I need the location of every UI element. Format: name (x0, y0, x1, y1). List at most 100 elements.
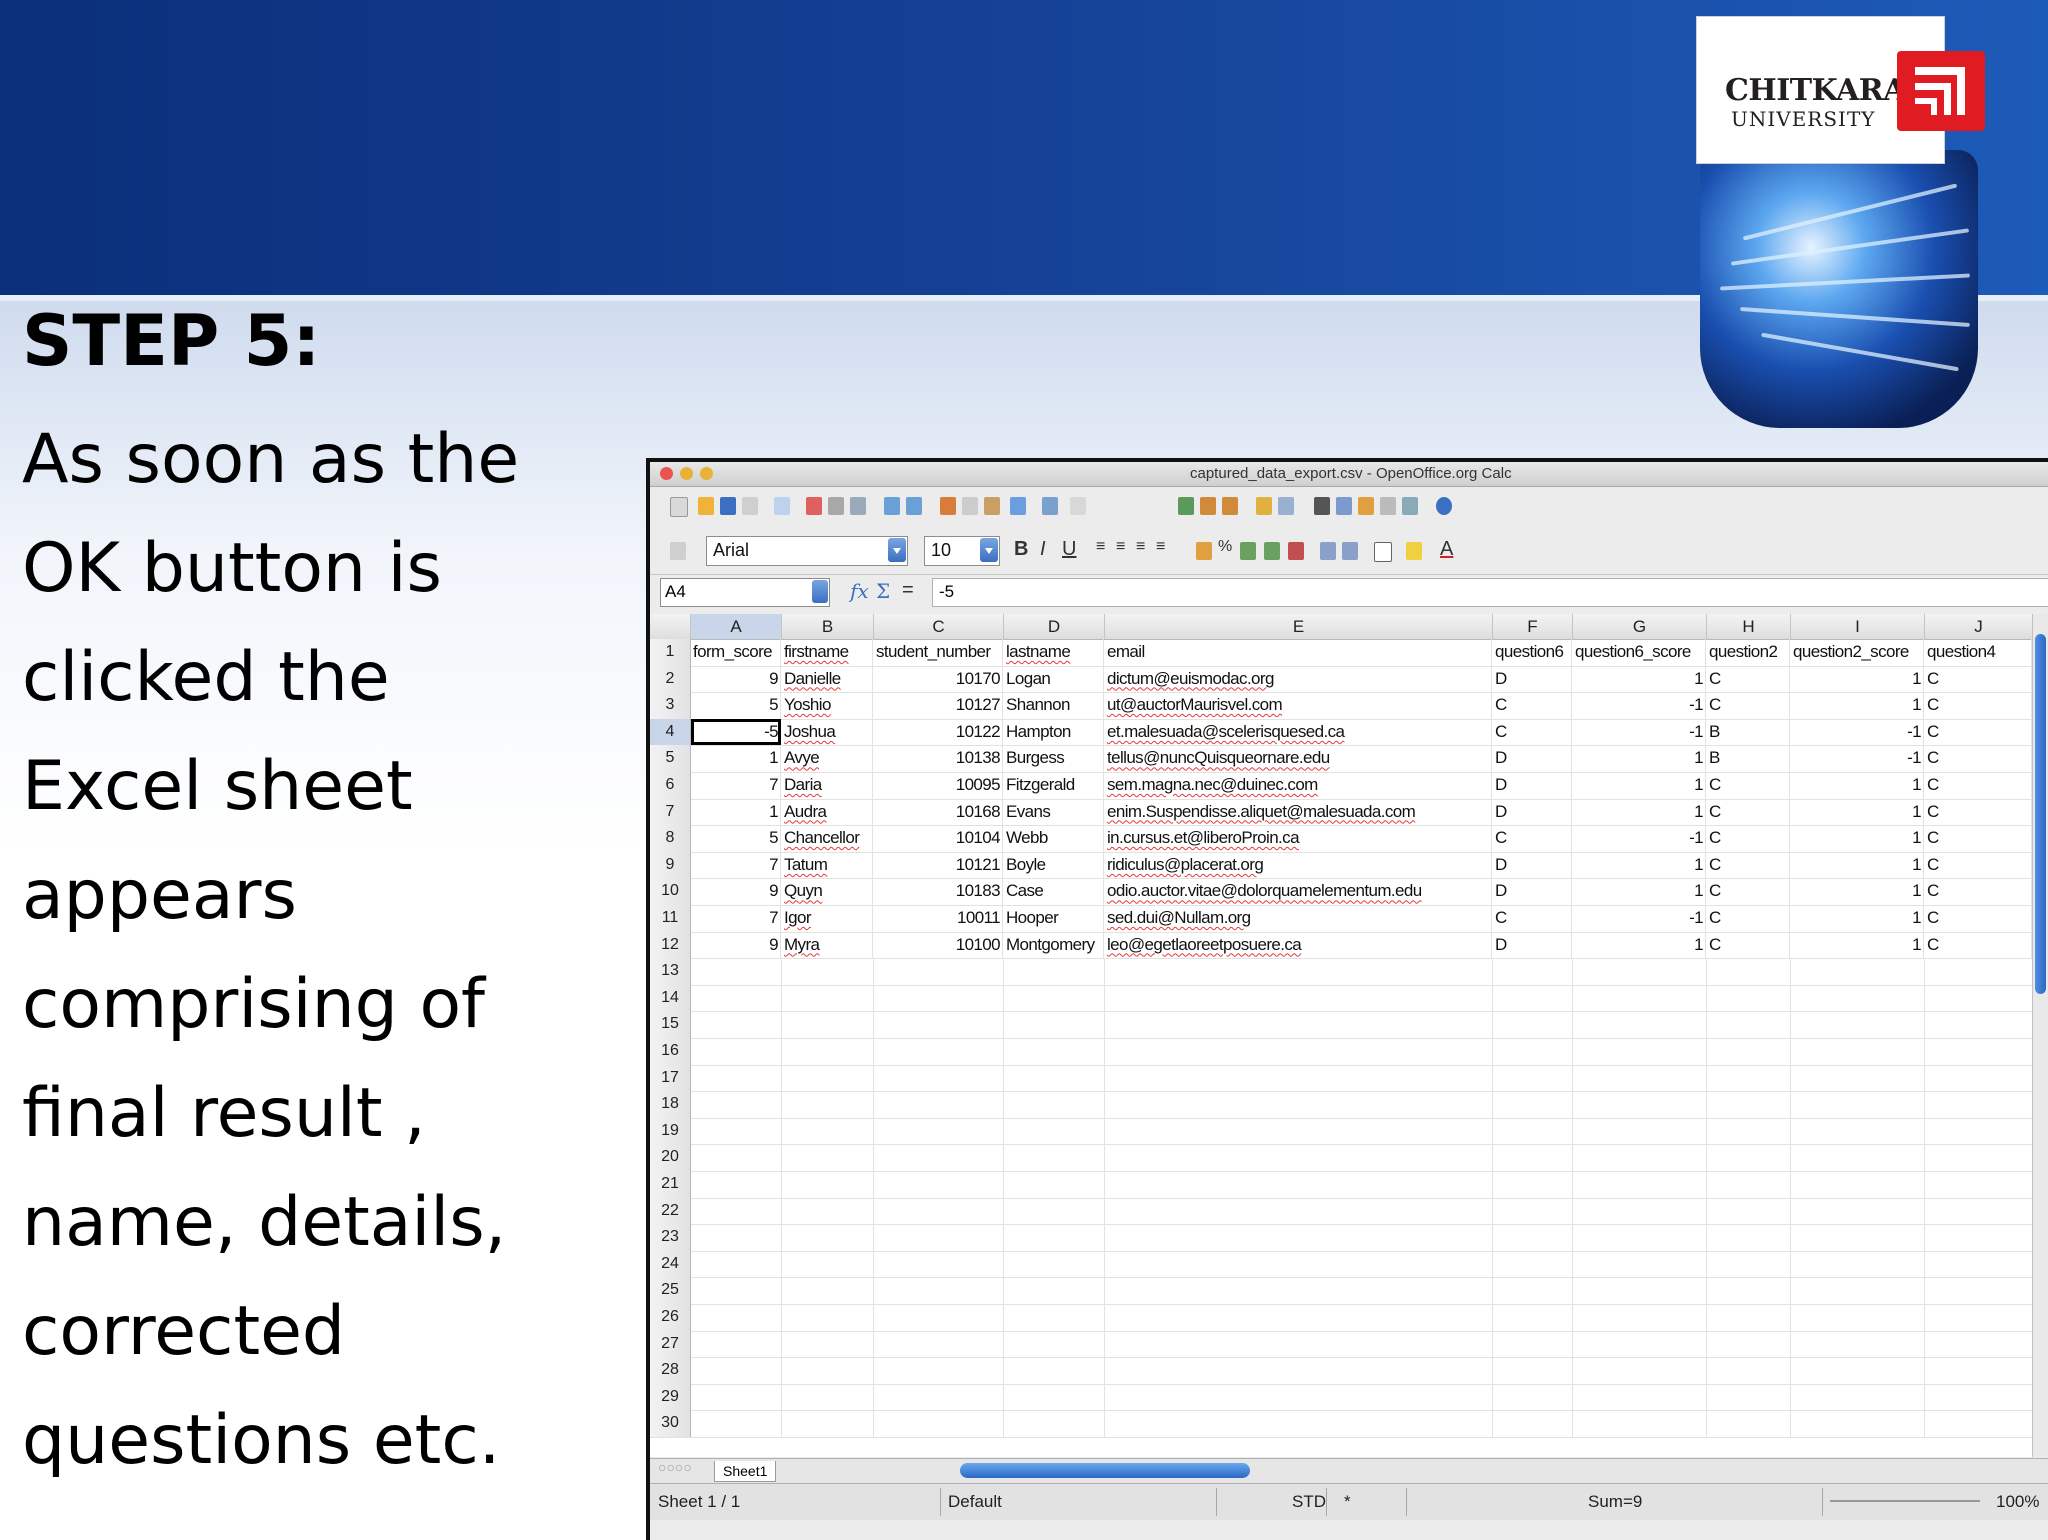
cell[interactable] (1573, 1171, 1707, 1198)
cell[interactable] (1105, 1038, 1493, 1065)
cell[interactable] (691, 1250, 782, 1278)
row-header[interactable]: 24 (650, 1250, 691, 1278)
cell[interactable]: et.malesuada@scelerisquesed.ca (1105, 718, 1492, 746)
cell[interactable]: 10011 (874, 905, 1003, 932)
cell[interactable]: D (1493, 931, 1572, 959)
minimize-window-icon[interactable] (680, 467, 693, 480)
sum-icon[interactable]: Σ (876, 579, 890, 603)
cell[interactable] (1105, 958, 1493, 985)
cell[interactable]: -1 (1573, 905, 1706, 932)
zoom-slider[interactable] (1830, 1500, 1980, 1502)
cell[interactable]: 1 (1573, 772, 1706, 799)
cell[interactable] (1004, 1144, 1105, 1171)
font-size-combo[interactable]: 10 (924, 536, 1000, 566)
cell[interactable]: C (1925, 878, 2032, 905)
cell[interactable] (1004, 1197, 1105, 1225)
increase-indent-icon[interactable] (1342, 542, 1358, 560)
merge-cells-icon[interactable] (1196, 542, 1212, 560)
cell[interactable] (782, 1064, 874, 1092)
cell[interactable]: 10121 (874, 851, 1003, 879)
cell[interactable] (1707, 1410, 1791, 1437)
cell[interactable] (782, 1011, 874, 1038)
sheet-tab-sheet1[interactable]: Sheet1 (714, 1461, 777, 1482)
cell[interactable]: Myra (782, 931, 873, 959)
cell[interactable]: -1 (1573, 718, 1706, 746)
cell[interactable] (1573, 958, 1707, 985)
column-header-g[interactable]: G (1573, 614, 1707, 639)
cell[interactable]: C (1925, 825, 2032, 852)
underline-icon[interactable]: U (1062, 538, 1076, 561)
cell[interactable]: 1 (1573, 878, 1706, 905)
row-header[interactable]: 28 (650, 1357, 691, 1384)
cell[interactable] (782, 1304, 874, 1331)
first-sheet-icon[interactable]: ○○○○ (658, 1459, 692, 1475)
cell[interactable] (1105, 1197, 1493, 1225)
cell[interactable] (1105, 1304, 1493, 1331)
cell[interactable] (1573, 1410, 1707, 1437)
cell[interactable]: 10127 (874, 692, 1003, 719)
cell[interactable]: 10100 (874, 931, 1003, 959)
horizontal-scroll-thumb[interactable] (960, 1463, 1250, 1478)
gallery-icon[interactable] (1358, 497, 1374, 515)
cell[interactable]: 7 (691, 772, 781, 799)
cell[interactable]: 10138 (874, 745, 1003, 772)
paste-icon[interactable] (984, 497, 1000, 515)
cell[interactable] (1105, 1330, 1493, 1358)
cell[interactable] (1493, 1410, 1573, 1437)
cell[interactable] (1573, 1064, 1707, 1092)
cell[interactable] (1573, 1250, 1707, 1278)
cell[interactable]: C (1925, 718, 2032, 746)
cell[interactable]: lastname (1004, 639, 1104, 666)
cell[interactable] (1004, 1330, 1105, 1358)
cell[interactable]: email (1105, 639, 1492, 666)
cell[interactable] (1105, 1011, 1493, 1038)
cell[interactable] (874, 1224, 1004, 1251)
cell[interactable] (1925, 984, 2033, 1012)
close-window-icon[interactable] (660, 467, 673, 480)
chevron-down-icon[interactable] (812, 580, 828, 603)
cell[interactable] (1925, 1410, 2033, 1437)
cell[interactable] (1573, 1277, 1707, 1304)
cell[interactable] (1925, 1064, 2033, 1092)
cell[interactable]: C (1707, 665, 1790, 693)
cell[interactable] (1493, 1064, 1573, 1092)
cell[interactable] (1707, 1197, 1791, 1225)
function-wizard-icon[interactable]: fx (850, 579, 869, 603)
cell[interactable] (1707, 958, 1791, 985)
row-header[interactable]: 9 (650, 851, 691, 879)
row-header[interactable]: 30 (650, 1410, 691, 1437)
cell[interactable] (1707, 1277, 1791, 1304)
percent-format-icon[interactable] (1240, 542, 1256, 560)
cell[interactable] (1004, 1224, 1105, 1251)
cell[interactable] (1573, 1091, 1707, 1118)
cell[interactable] (782, 958, 874, 985)
vertical-scrollbar[interactable] (2032, 614, 2048, 1457)
row-header[interactable]: 7 (650, 798, 691, 826)
cell[interactable] (874, 1250, 1004, 1278)
cell[interactable]: D (1493, 745, 1572, 772)
cell[interactable] (1791, 1357, 1925, 1384)
cell[interactable]: 1 (1791, 798, 1924, 826)
cell[interactable]: 1 (1573, 851, 1706, 879)
cell[interactable] (1493, 1330, 1573, 1358)
cell[interactable] (1573, 1144, 1707, 1171)
cell[interactable] (782, 1224, 874, 1251)
cell[interactable]: -1 (1791, 718, 1924, 746)
redo-icon[interactable] (1070, 497, 1086, 515)
styles-icon[interactable] (670, 542, 686, 560)
cell[interactable] (691, 1038, 782, 1065)
cell[interactable]: 9 (691, 878, 781, 905)
column-header-c[interactable]: C (874, 614, 1004, 639)
cell[interactable]: question6_score (1573, 639, 1706, 666)
cell[interactable]: D (1493, 665, 1572, 693)
cell[interactable] (1791, 1117, 1925, 1145)
row-header[interactable]: 16 (650, 1038, 691, 1065)
cell[interactable]: C (1707, 772, 1790, 799)
cell[interactable] (782, 1383, 874, 1411)
cell[interactable] (691, 1064, 782, 1092)
cell[interactable]: C (1493, 905, 1572, 932)
row-header[interactable]: 25 (650, 1277, 691, 1304)
cell[interactable]: 1 (691, 745, 781, 772)
font-name-combo[interactable]: Arial (706, 536, 908, 566)
cell[interactable]: C (1493, 692, 1572, 719)
